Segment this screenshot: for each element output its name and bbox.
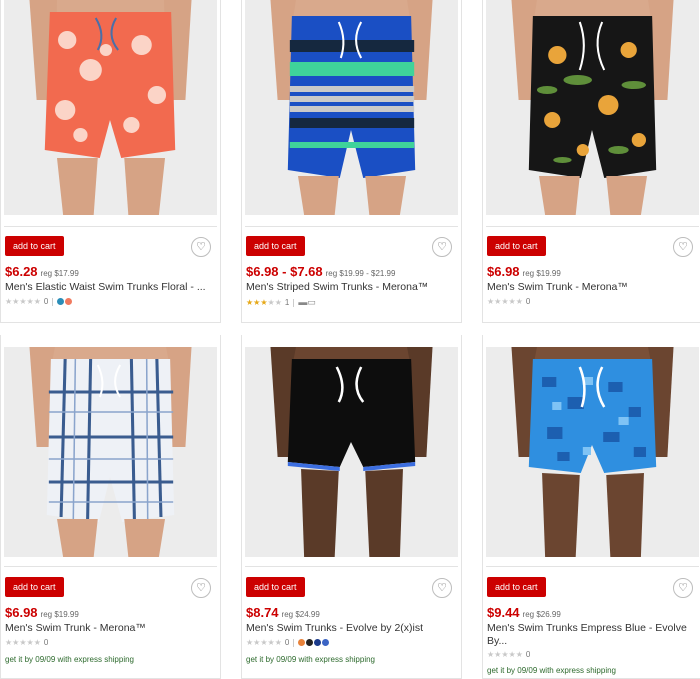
rating-count: 0 — [525, 650, 531, 659]
color-swatch[interactable] — [57, 298, 65, 305]
price-line: $6.98 reg $19.99 — [487, 263, 561, 281]
sale-price: $6.98 - $7.68 — [246, 264, 323, 279]
add-to-cart-button[interactable]: add to cart — [487, 577, 546, 597]
product-title[interactable]: Men's Swim Trunks Empress Blue - Evolve … — [487, 622, 696, 648]
product-image[interactable] — [4, 0, 217, 215]
rating-count: 0 — [284, 638, 290, 647]
rating-count: 1 — [284, 298, 290, 307]
add-to-cart-button[interactable]: add to cart — [5, 236, 64, 256]
favorite-heart-icon[interactable]: ♡ — [432, 237, 452, 257]
rating-count: 0 — [43, 638, 49, 647]
shipping-info: get it by 09/09 with express shipping — [5, 655, 134, 664]
regular-price: reg $24.99 — [281, 610, 320, 619]
rating: ★★★★★ 1 ▬▭ — [246, 297, 316, 308]
add-to-cart-button[interactable]: add to cart — [487, 236, 546, 256]
regular-price: reg $26.99 — [522, 610, 561, 619]
price-line: $6.98 - $7.68 reg $19.99 - $21.99 — [246, 263, 395, 281]
shipping-date: 09/09 — [517, 666, 538, 675]
rating: ★★★★★ 0 — [487, 297, 530, 306]
star-rating-icon: ★★★★★ — [5, 297, 41, 306]
divider — [293, 298, 295, 307]
product-image[interactable] — [245, 0, 458, 215]
star-rating-icon: ★★★★★ — [487, 297, 523, 306]
price-line: $8.74 reg $24.99 — [246, 604, 320, 622]
store-pickup-icon: ▬▭ — [298, 297, 316, 307]
shipping-date: 09/09 — [276, 655, 297, 664]
product-title[interactable]: Men's Swim Trunk - Merona™ — [487, 281, 696, 294]
product-card[interactable]: add to cart ♡ $6.98 reg $19.99 Men's Swim… — [0, 335, 221, 679]
regular-price: reg $19.99 — [40, 610, 79, 619]
product-card[interactable]: add to cart ♡ $6.28 reg $17.99 Men's Elas… — [0, 0, 221, 323]
star-rating-icon: ★★★★★ — [487, 650, 523, 659]
product-title[interactable]: Men's Swim Trunk - Merona™ — [5, 622, 214, 635]
product-title[interactable]: Men's Elastic Waist Swim Trunks Floral -… — [5, 281, 214, 294]
color-swatch[interactable] — [306, 639, 314, 646]
add-to-cart-button[interactable]: add to cart — [246, 236, 305, 256]
product-card[interactable]: add to cart ♡ $9.44 reg $26.99 Men's Swim… — [482, 335, 700, 679]
price-line: $6.28 reg $17.99 — [5, 263, 79, 281]
price-line: $6.98 reg $19.99 — [5, 604, 79, 622]
divider — [52, 297, 54, 306]
shipping-date: 09/09 — [35, 655, 56, 664]
shipping-suffix: with express shipping — [298, 655, 375, 664]
star-rating-icon: ★★★★★ — [246, 638, 282, 647]
product-image[interactable] — [486, 347, 699, 557]
regular-price: reg $17.99 — [40, 269, 79, 278]
color-swatch[interactable] — [314, 639, 322, 646]
favorite-heart-icon[interactable]: ♡ — [673, 578, 693, 598]
product-image[interactable] — [486, 0, 699, 215]
star-rating-icon: ★★★★★ — [246, 298, 282, 307]
product-card[interactable]: add to cart ♡ $6.98 - $7.68 reg $19.99 - … — [241, 0, 462, 323]
favorite-heart-icon[interactable]: ♡ — [191, 578, 211, 598]
shipping-suffix: with express shipping — [539, 666, 616, 675]
shipping-prefix: get it by — [246, 655, 275, 664]
regular-price: reg $19.99 — [522, 269, 561, 278]
product-image[interactable] — [4, 347, 217, 557]
sale-price: $6.98 — [487, 264, 520, 279]
rating: ★★★★★ 0 — [5, 297, 73, 306]
rating: ★★★★★ 0 — [487, 650, 530, 659]
regular-price: reg $19.99 - $21.99 — [325, 269, 396, 278]
sale-price: $6.98 — [5, 605, 38, 620]
rating-count: 0 — [43, 297, 49, 306]
product-card[interactable]: add to cart ♡ $8.74 reg $24.99 Men's Swim… — [241, 335, 462, 679]
star-rating-icon: ★★★★★ — [5, 638, 41, 647]
rating: ★★★★★ 0 — [246, 638, 330, 647]
color-swatch[interactable] — [322, 639, 330, 646]
sale-price: $8.74 — [246, 605, 279, 620]
shipping-prefix: get it by — [5, 655, 34, 664]
shipping-suffix: with express shipping — [57, 655, 134, 664]
shipping-prefix: get it by — [487, 666, 516, 675]
color-swatch[interactable] — [298, 639, 306, 646]
sale-price: $9.44 — [487, 605, 520, 620]
rating-count: 0 — [525, 297, 531, 306]
favorite-heart-icon[interactable]: ♡ — [432, 578, 452, 598]
sale-price: $6.28 — [5, 264, 38, 279]
product-card[interactable]: add to cart ♡ $6.98 reg $19.99 Men's Swim… — [482, 0, 700, 323]
favorite-heart-icon[interactable]: ♡ — [673, 237, 693, 257]
product-image[interactable] — [245, 347, 458, 557]
divider — [293, 638, 295, 647]
favorite-heart-icon[interactable]: ♡ — [191, 237, 211, 257]
shipping-info: get it by 09/09 with express shipping — [487, 666, 616, 675]
product-title[interactable]: Men's Swim Trunks - Evolve by 2(x)ist — [246, 622, 455, 635]
add-to-cart-button[interactable]: add to cart — [246, 577, 305, 597]
add-to-cart-button[interactable]: add to cart — [5, 577, 64, 597]
shipping-info: get it by 09/09 with express shipping — [246, 655, 375, 664]
color-swatch[interactable] — [65, 298, 73, 305]
product-title[interactable]: Men's Striped Swim Trunks - Merona™ — [246, 281, 455, 294]
rating: ★★★★★ 0 — [5, 638, 48, 647]
price-line: $9.44 reg $26.99 — [487, 604, 561, 622]
